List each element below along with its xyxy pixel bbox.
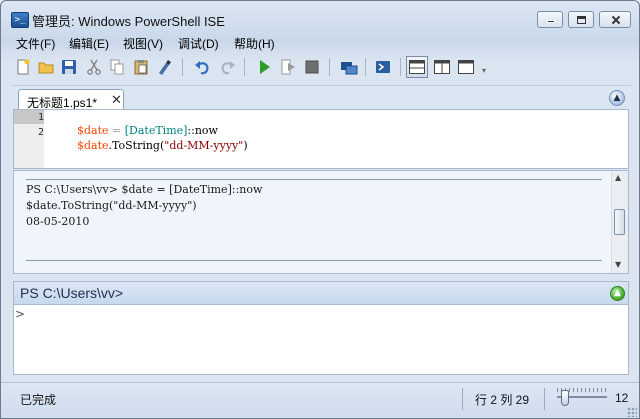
close-button[interactable] [599,11,631,28]
toolbar-separator [244,58,245,76]
output-pane[interactable]: PS C:\Users\vv> $date = [DateTime]::now … [13,170,629,274]
zoom-slider-thumb[interactable] [561,390,569,406]
command-pane-header: PS C:\Users\vv> ▲ [13,281,629,305]
window-title: 管理员: Windows PowerShell ISE [32,14,225,29]
scroll-down-icon[interactable]: ▼ [615,260,621,269]
scrollbar-thumb[interactable] [614,209,625,235]
open-folder-icon[interactable] [36,57,56,77]
toolbar: ▾ [11,55,489,79]
command-input[interactable]: > [13,305,629,375]
layout-right-icon[interactable] [432,57,452,77]
input-caret-icon: > [15,307,26,321]
line-number: 2 [37,127,44,138]
title-bar[interactable]: >_ 管理员: Windows PowerShell ISE [1,1,639,31]
output-line: 08-05-2010 [26,215,90,228]
status-separator [462,388,463,410]
layout-top-icon[interactable] [406,56,428,78]
stop-icon[interactable] [302,57,322,77]
maximize-button[interactable] [568,11,594,28]
script-tab-strip: 无标题1.ps1* ✕ ▲ [11,85,631,112]
code-token-variable: $date [76,139,109,152]
output-line: PS C:\Users\vv> $date = [DateTime]::now [26,183,263,196]
redo-icon[interactable] [217,57,237,77]
toolbar-separator [365,58,366,76]
output-divider [26,179,602,180]
output-divider [26,260,602,261]
minimize-button[interactable] [537,11,563,28]
remote-powershell-icon[interactable] [339,57,359,77]
command-prompt-label: PS C:\Users\vv> [20,285,124,301]
new-file-icon[interactable] [13,57,33,77]
ise-window: >_ 管理员: Windows PowerShell ISE 文件(F) 编辑(… [0,0,640,419]
script-editor[interactable]: 1 2 $date = [DateTime]::now $date.ToStri… [13,109,629,169]
collapse-script-pane-icon[interactable]: ▲ [609,90,625,106]
status-separator [544,388,545,410]
output-line: $date.ToString("dd-MM-yyyy") [26,199,197,212]
cursor-position: 行 2 列 29 [475,393,530,407]
status-text: 已完成 [20,393,57,407]
run-command-icon[interactable]: ▲ [610,286,625,301]
powershell-console-icon[interactable] [373,57,393,77]
minimize-icon [538,12,562,27]
toolbar-separator [400,58,401,76]
run-icon[interactable] [254,57,274,77]
code-line[interactable]: $date.ToString("dd-MM-yyyy") [56,126,248,165]
toolbar-overflow-icon[interactable]: ▾ [479,65,489,77]
line-number: 1 [37,112,44,123]
output-scrollbar[interactable]: ▲ ▼ [611,171,628,273]
status-bar: 已完成 行 2 列 29 12 [1,382,639,418]
code-token-method: .ToString( [108,139,165,152]
menu-edit[interactable]: 编辑(E) [69,35,109,52]
menu-view[interactable]: 视图(V) [123,35,163,52]
toolbar-separator [329,58,330,76]
powershell-ise-icon: >_ [11,12,29,28]
menu-help[interactable]: 帮助(H) [234,35,275,52]
layout-max-icon[interactable] [456,57,476,77]
save-icon[interactable] [59,57,79,77]
clear-icon[interactable] [155,57,175,77]
zoom-level: 12 [615,391,629,405]
close-icon [600,12,630,27]
code-token-string: "dd-MM-yyyy" [164,139,244,152]
undo-icon[interactable] [193,57,213,77]
cut-icon[interactable] [84,57,104,77]
maximize-icon [569,12,593,27]
close-tab-icon[interactable]: ✕ [111,93,122,108]
menu-bar: 文件(F) 编辑(E) 视图(V) 调试(D) 帮助(H) [1,33,639,53]
menu-debug[interactable]: 调试(D) [178,35,219,52]
toolbar-separator [182,58,183,76]
scroll-up-icon[interactable]: ▲ [615,173,621,182]
run-selection-icon[interactable] [278,57,298,77]
menu-file[interactable]: 文件(F) [16,35,55,52]
paste-icon[interactable] [131,57,151,77]
copy-icon[interactable] [107,57,127,77]
code-token-punct: ) [243,139,248,152]
resize-grip-icon[interactable] [627,407,637,417]
